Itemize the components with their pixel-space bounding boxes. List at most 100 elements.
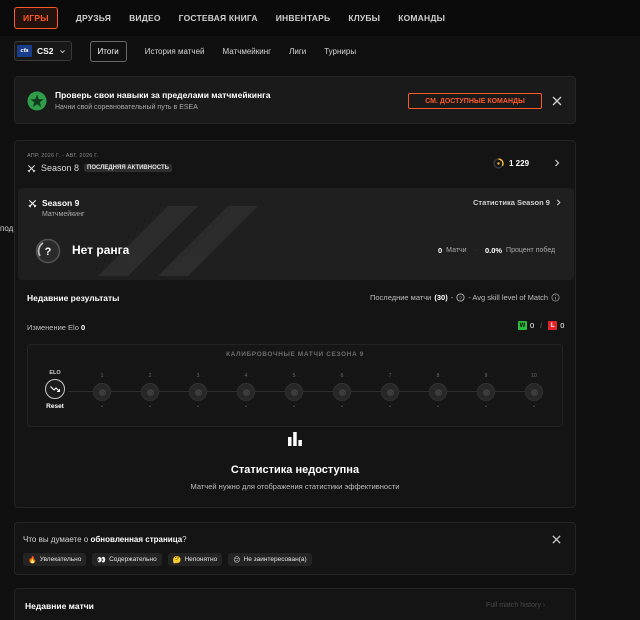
calibration-node-value: •	[389, 404, 391, 410]
season-9-rank-card: Season 9 Матчмейкинг Статистика Season 9…	[18, 188, 574, 280]
game-selector[interactable]: cfa CS2	[14, 41, 72, 61]
elo-value: 1 229	[509, 159, 530, 168]
fire-icon: 🔥	[28, 556, 37, 564]
tab-overview[interactable]: Итоги	[89, 40, 127, 62]
feedback-options: 🔥 Увлекательно 👀 Содержательно 🤔 Непонятно …	[23, 553, 312, 566]
rank-title: Нет ранга	[72, 243, 130, 257]
svg-text:?: ?	[45, 246, 52, 258]
offscreen-text-fragment: под	[0, 224, 14, 233]
calibration-node-number: 9	[484, 373, 488, 379]
filter-count: (30)	[434, 293, 448, 302]
tab-leagues[interactable]: Лиги	[289, 47, 306, 56]
calibration-node-circle	[93, 383, 111, 401]
calibration-node-number: 10	[531, 373, 537, 379]
calibration-node-circle	[333, 383, 351, 401]
nav-games[interactable]: ИГРЫ	[14, 7, 58, 29]
win-loss-separator: /	[540, 321, 543, 330]
see-available-teams-button[interactable]: СМ. ДОСТУПНЫЕ КОМАНДЫ	[408, 93, 542, 109]
chevron-right-icon[interactable]	[553, 159, 561, 167]
promo-title: Проверь свои навыки за пределами матчмей…	[55, 90, 271, 100]
recent-results-title: Недавние результаты	[27, 293, 120, 303]
calibration-node-circle	[525, 383, 543, 401]
win-loss-summary: W 0 / L 0	[518, 321, 564, 330]
metrics-separator: ·	[474, 247, 477, 254]
tab-matchmaking[interactable]: Матчмейкинг	[223, 47, 272, 56]
calibration-node: 4 •	[234, 373, 258, 410]
nav-clubs[interactable]: КЛУБЫ	[348, 13, 380, 23]
info-icon[interactable]	[551, 293, 560, 302]
calibration-node-number: 3	[196, 373, 200, 379]
esea-star-icon	[27, 91, 47, 111]
calibration-node-number: 7	[388, 373, 392, 379]
nav-inventory[interactable]: ИНВЕНТАРЬ	[276, 13, 331, 23]
nav-guestbook[interactable]: ГОСТЕВАЯ КНИГА	[179, 13, 258, 23]
stats-card: АПР. 2026 Г. - АВГ. 2026 Г. Season 8 ПОС…	[14, 140, 576, 508]
wins-icon: W	[518, 321, 527, 330]
close-icon[interactable]	[551, 534, 562, 545]
calibration-node: 3 •	[186, 373, 210, 410]
cs2-logo-icon: cfa	[17, 45, 32, 57]
tab-match-history[interactable]: История матчей	[145, 47, 205, 56]
matches-label: Матчи	[446, 247, 467, 254]
calibration-node: 5 •	[282, 373, 306, 410]
feedback-option-not-interested[interactable]: 😕 Не заинтересован(а)	[228, 553, 312, 566]
calibration-node-value: •	[293, 404, 295, 410]
tab-tournaments[interactable]: Турниры	[324, 47, 356, 56]
chevron-down-icon	[59, 49, 65, 53]
recent-results-filter[interactable]: Последние матчи (30) - ? - Avg skill lev…	[370, 293, 560, 302]
calibration-node-circle	[189, 383, 207, 401]
nav-friends[interactable]: ДРУЗЬЯ	[76, 13, 111, 23]
calibration-node-value: •	[533, 404, 535, 410]
game-name: CS2	[37, 46, 54, 56]
elo-change-label: Изменение Elo	[27, 323, 79, 332]
feedback-question-prefix: Что вы думаете о	[23, 535, 89, 544]
wins-count: 0	[530, 321, 535, 330]
losses-count: 0	[560, 321, 565, 330]
calibration-node-value: •	[245, 404, 247, 410]
skill-level-icon: ?	[456, 293, 465, 302]
feedback-option-label: Увлекательно	[39, 556, 82, 563]
full-match-history-link[interactable]: Full match history ›	[486, 602, 545, 609]
calibration-node-circle	[381, 383, 399, 401]
skill-level-icon	[493, 158, 504, 169]
feedback-option-confusing[interactable]: 🤔 Непонятно	[167, 553, 223, 566]
win-rate-label: Процент побед	[506, 247, 556, 254]
rank-metrics: 0 Матчи · 0.0% Процент побед	[438, 246, 555, 255]
season-stats-link[interactable]: Статистика Season 9	[473, 198, 562, 207]
feedback-card: Что вы думаете о обновленная страница? 🔥…	[14, 522, 576, 575]
calibration-reset-label: Reset	[46, 403, 64, 410]
nav-teams[interactable]: КОМАНДЫ	[398, 13, 445, 23]
elo-reset-icon	[45, 379, 65, 399]
unranked-badge-icon: ?	[35, 238, 61, 264]
nav-video[interactable]: ВИДЕО	[129, 13, 161, 23]
feedback-option-informative[interactable]: 👀 Содержательно	[92, 553, 162, 566]
calibration-node: 1 •	[90, 373, 114, 410]
feedback-option-label: Не заинтересован(а)	[243, 556, 307, 563]
calibration-node: 6 •	[330, 373, 354, 410]
calibration-node-number: 1	[100, 373, 104, 379]
rank-mode: Матчмейкинг	[42, 211, 85, 218]
calibration-node-number: 2	[148, 373, 152, 379]
calibration-node-number: 6	[340, 373, 344, 379]
season-8-row[interactable]: АПР. 2026 Г. - АВГ. 2026 Г. Season 8 ПОС…	[15, 141, 575, 185]
calibration-node-circle	[429, 383, 447, 401]
promo-subtitle: Начни свой соревновательный путь в ESEA	[55, 104, 198, 111]
calibration-node-circle	[285, 383, 303, 401]
feedback-option-exciting[interactable]: 🔥 Увлекательно	[23, 553, 87, 566]
calibration-node: 9 •	[474, 373, 498, 410]
feedback-question-bold: обновленная страница	[90, 535, 183, 544]
feedback-question-suffix: ?	[182, 535, 187, 544]
eyes-icon: 👀	[97, 556, 107, 564]
stats-unavailable-subtitle: Матчей нужно для отображения статистики …	[190, 482, 400, 491]
calibration-node-value: •	[341, 404, 343, 410]
rank-season-name: Season 9	[42, 198, 80, 208]
calibration-title: КАЛИБРОВОЧНЫЕ МАТЧИ СЕЗОНА 9	[226, 351, 364, 358]
calibration-node: 2 •	[138, 373, 162, 410]
calibration-node-value: •	[437, 404, 439, 410]
close-icon[interactable]	[551, 95, 563, 107]
filter-suffix: - Avg skill level of Match	[468, 293, 549, 302]
rank-season-group: Season 9	[28, 198, 79, 208]
elo-change: Изменение Elo 0	[27, 323, 85, 332]
calibration-node-circle	[237, 383, 255, 401]
calibration-matches: КАЛИБРОВОЧНЫЕ МАТЧИ СЕЗОНА 9 ELO Reset 1…	[27, 344, 563, 427]
